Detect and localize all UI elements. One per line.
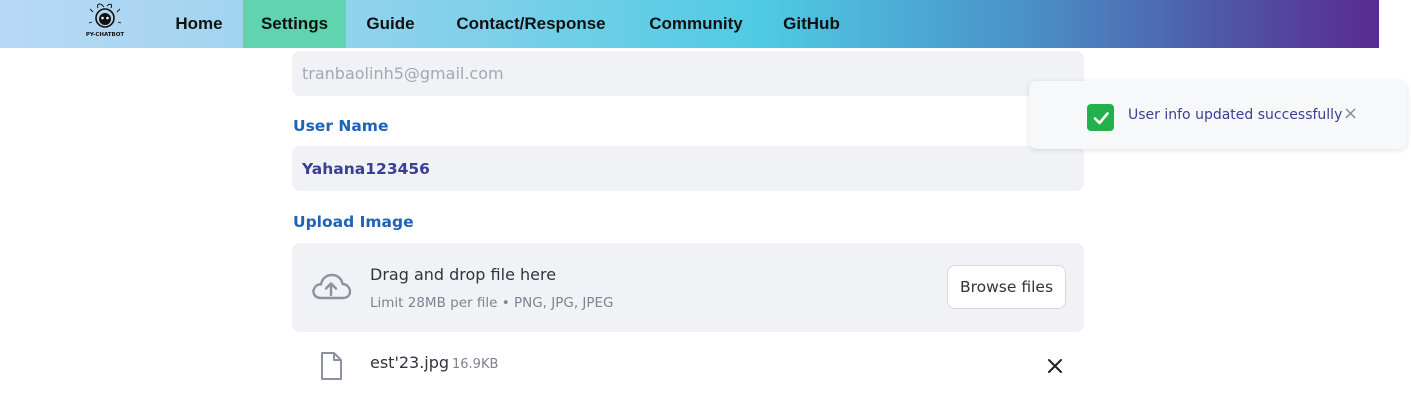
file-size: 16.9KB	[452, 357, 499, 372]
upload-image-label: Upload Image	[293, 213, 414, 231]
file-icon	[321, 352, 342, 380]
uploaded-file-row: est'23.jpg 16.9KB	[292, 340, 1084, 390]
username-field[interactable]: Yahana123456	[292, 146, 1084, 191]
success-toast: User info updated successfully ×	[1029, 81, 1407, 149]
username-label: User Name	[293, 117, 389, 135]
nav-home[interactable]: Home	[160, 0, 238, 48]
cloud-upload-icon	[312, 273, 352, 300]
email-field[interactable]: tranbaolinh5@gmail.com	[292, 51, 1084, 96]
email-value: tranbaolinh5@gmail.com	[302, 64, 504, 83]
nav-github[interactable]: GitHub	[770, 0, 853, 48]
nav-guide[interactable]: Guide	[352, 0, 429, 48]
check-icon	[1087, 104, 1114, 131]
py-chatbot-logo[interactable]: PY-CHATBOT	[80, 2, 130, 40]
toast-message: User info updated successfully	[1128, 107, 1343, 123]
nav-settings[interactable]: Settings	[243, 0, 346, 48]
nav-community[interactable]: Community	[637, 0, 755, 48]
file-dropzone[interactable]: Drag and drop file here Limit 28MB per f…	[292, 243, 1084, 332]
file-name: est'23.jpg	[370, 353, 450, 372]
browse-files-button[interactable]: Browse files	[947, 265, 1066, 309]
top-navbar: PY-CHATBOT Home Settings Guide Contact/R…	[0, 0, 1379, 48]
remove-file-icon[interactable]	[1044, 355, 1066, 377]
svg-text:PY-CHATBOT: PY-CHATBOT	[86, 32, 125, 38]
dropzone-limit: Limit 28MB per file • PNG, JPG, JPEG	[370, 295, 614, 311]
nav-contact-response[interactable]: Contact/Response	[445, 0, 617, 48]
username-value: Yahana123456	[302, 159, 430, 178]
close-icon[interactable]: ×	[1343, 103, 1358, 124]
dropzone-title: Drag and drop file here	[370, 265, 557, 284]
